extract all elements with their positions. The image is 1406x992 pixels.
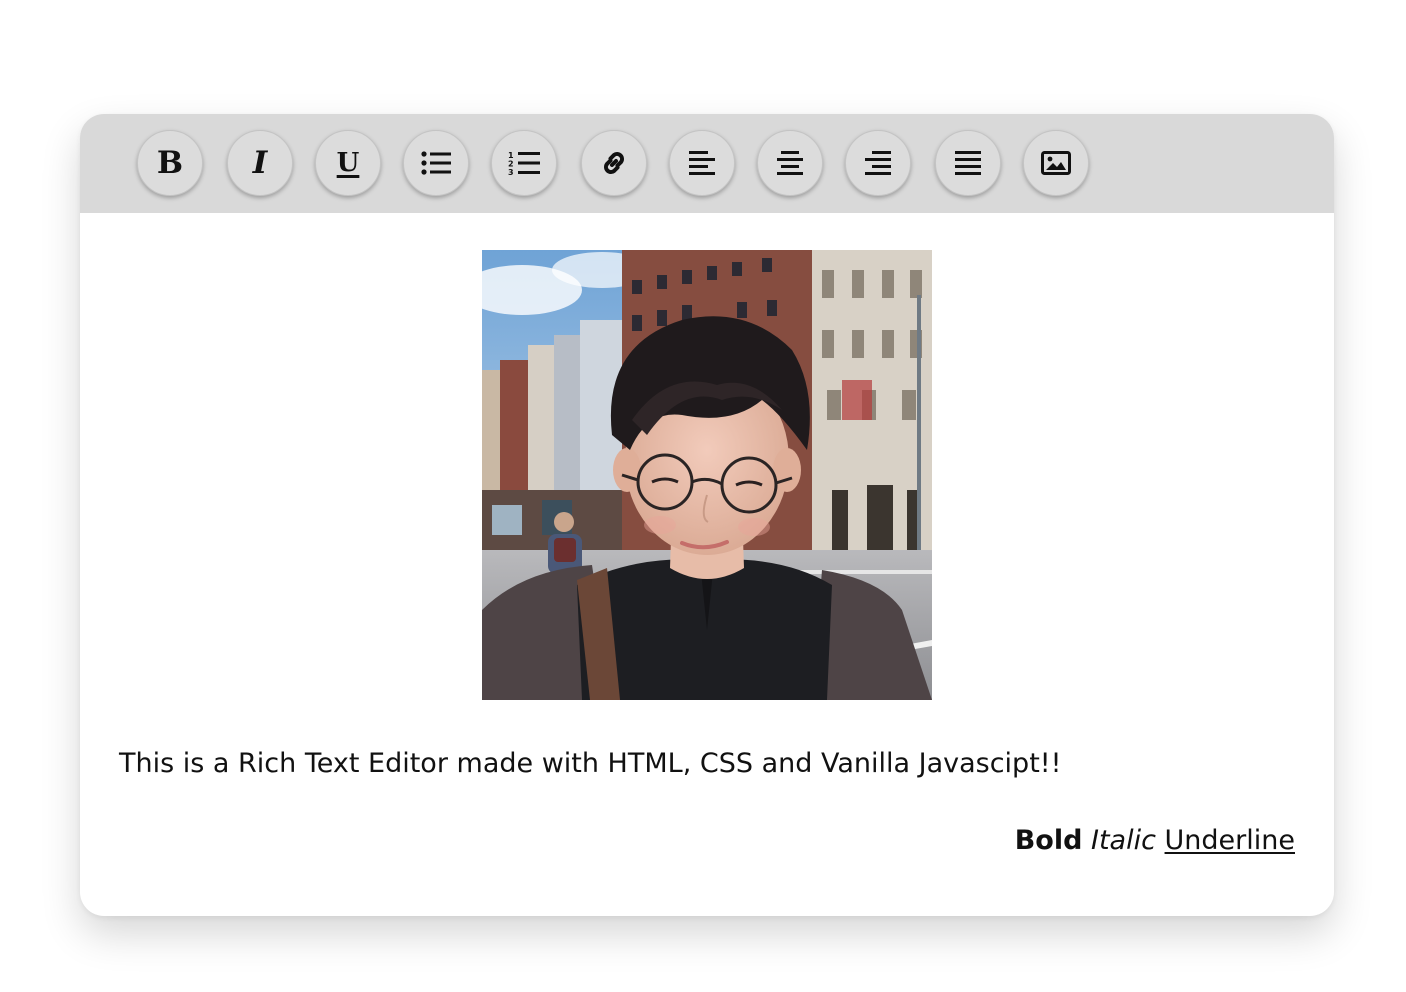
bulleted-list-icon [421, 151, 451, 175]
bold-icon: B [156, 144, 184, 181]
align-justify-button[interactable] [935, 130, 1001, 196]
bold-text: Bold [1014, 825, 1083, 856]
editor-paragraph[interactable]: This is a Rich Text Editor made with HTM… [119, 746, 1061, 782]
align-left-button[interactable] [669, 130, 735, 196]
align-justify-icon [955, 151, 981, 175]
link-button[interactable] [581, 130, 647, 196]
align-center-icon [777, 151, 803, 175]
underline-text: Underline [1164, 825, 1295, 856]
numbered-list-icon: 1 2 3 [508, 151, 540, 176]
bold-button[interactable]: B [137, 130, 203, 196]
italic-icon: I [252, 144, 268, 181]
toolbar: B I U 1 2 3 [80, 114, 1334, 213]
align-right-button[interactable] [845, 130, 911, 196]
image-icon [1041, 151, 1071, 175]
align-right-icon [865, 151, 891, 175]
align-center-button[interactable] [757, 130, 823, 196]
insert-image-button[interactable] [1023, 130, 1089, 196]
rich-text-editor: B I U 1 2 3 This is a Rich Text Editor m… [80, 114, 1334, 916]
underline-button[interactable]: U [315, 130, 381, 196]
underline-icon: U [336, 148, 360, 178]
ordered-list-button[interactable]: 1 2 3 [491, 130, 557, 196]
link-icon [604, 152, 624, 174]
align-left-icon [689, 151, 715, 175]
unordered-list-button[interactable] [403, 130, 469, 196]
portrait-photo [482, 250, 932, 700]
italic-button[interactable]: I [227, 130, 293, 196]
formatted-text-line[interactable]: Bold Italic Underline [1015, 823, 1295, 859]
italic-text: Italic [1091, 825, 1156, 856]
portrait-image [482, 250, 932, 700]
svg-text:3: 3 [508, 168, 514, 176]
editor-content[interactable]: This is a Rich Text Editor made with HTM… [80, 213, 1334, 916]
